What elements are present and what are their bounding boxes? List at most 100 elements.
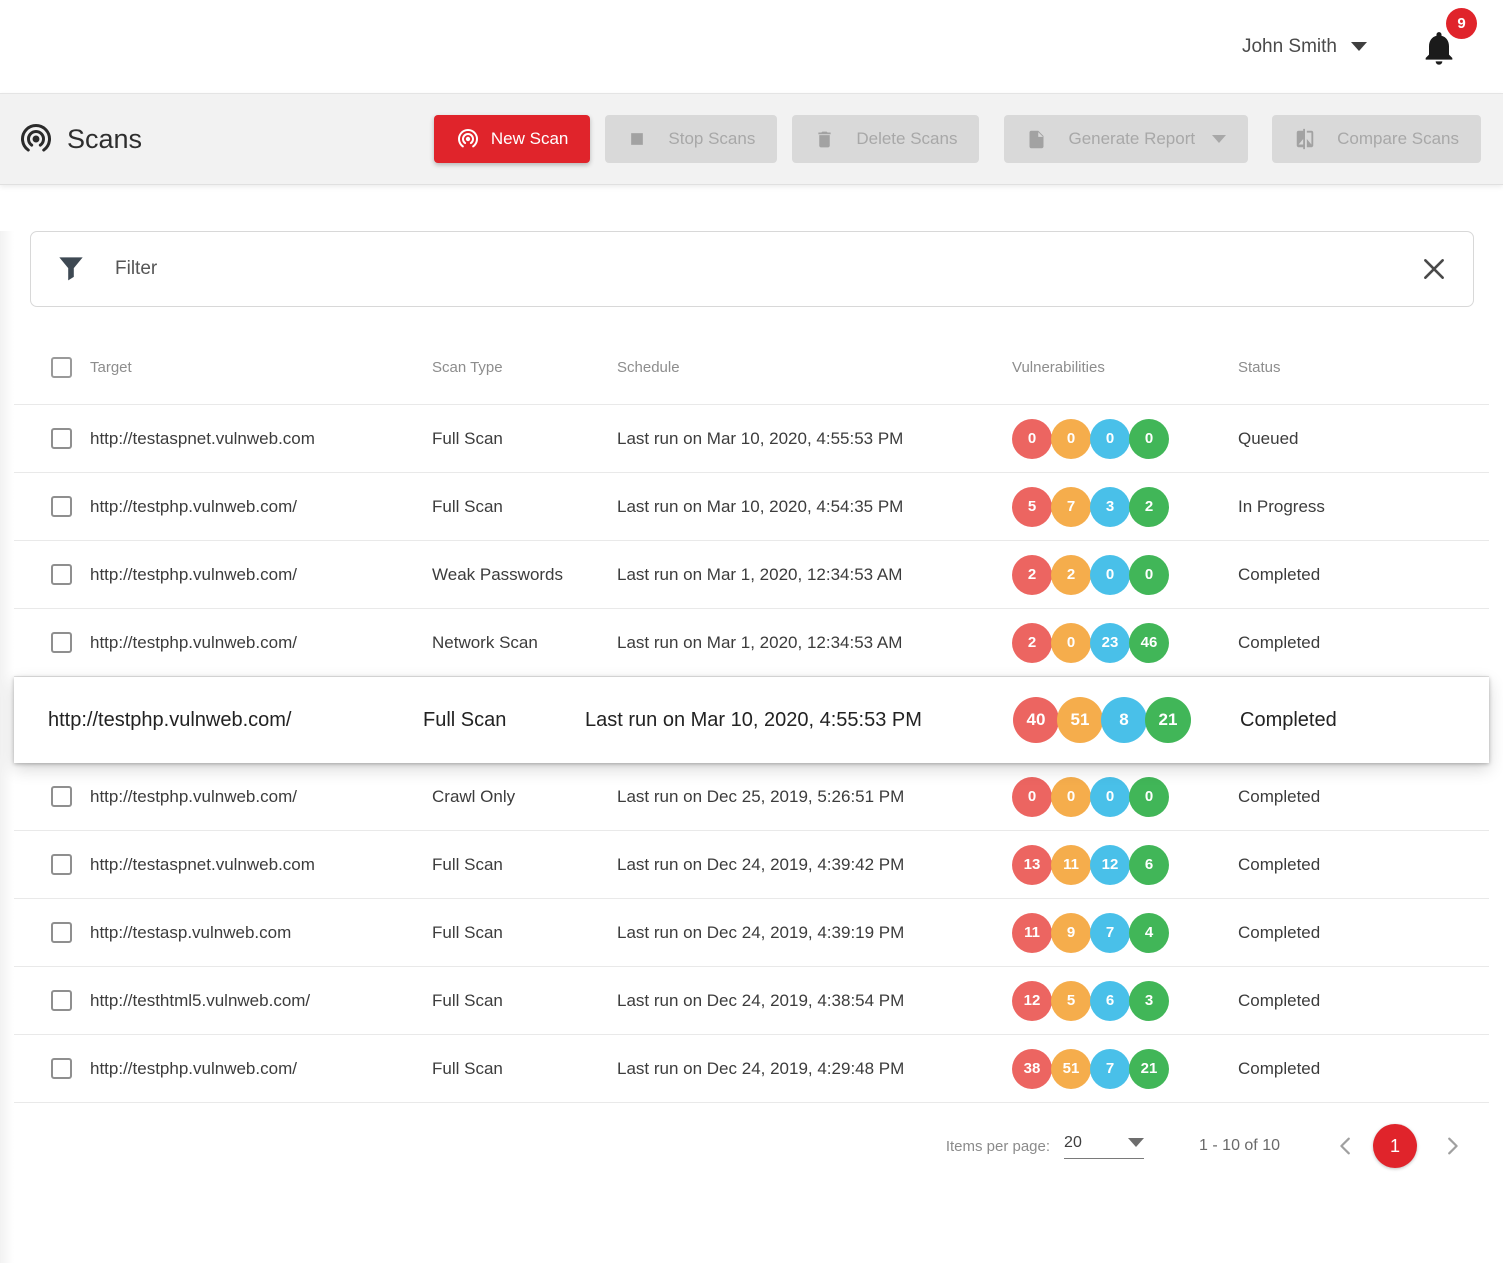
scan-type: Full Scan — [432, 855, 617, 875]
low-severity-badge: 0 — [1090, 777, 1130, 817]
table-row[interactable]: http://testaspnet.vulnweb.com Full Scan … — [14, 405, 1489, 473]
scan-target: http://testphp.vulnweb.com/ — [90, 565, 432, 585]
high-severity-badge: 5 — [1012, 487, 1052, 527]
medium-severity-badge: 0 — [1051, 623, 1091, 663]
high-severity-badge: 38 — [1012, 1049, 1052, 1089]
vulnerability-badges: 2 0 23 46 — [1012, 623, 1238, 663]
table-row-hovered[interactable]: http://testphp.vulnweb.com/ Full Scan La… — [14, 677, 1489, 763]
scan-target: http://testphp.vulnweb.com/ — [90, 1059, 432, 1079]
medium-severity-badge: 7 — [1051, 487, 1091, 527]
delete-scans-button[interactable]: Delete Scans — [792, 115, 979, 163]
row-checkbox[interactable] — [51, 632, 72, 653]
vulnerability-badges: 13 11 12 6 — [1012, 845, 1238, 885]
scan-type: Full Scan — [432, 429, 617, 449]
table-row[interactable]: http://testphp.vulnweb.com/ Weak Passwor… — [14, 541, 1489, 609]
info-severity-badge: 0 — [1129, 419, 1169, 459]
column-header-schedule[interactable]: Schedule — [617, 359, 1012, 376]
vulnerability-badges: 2 2 0 0 — [1012, 555, 1238, 595]
low-severity-badge: 6 — [1090, 981, 1130, 1021]
table-row[interactable]: http://testphp.vulnweb.com/ Full Scan La… — [14, 1035, 1489, 1103]
user-menu[interactable]: John Smith — [1242, 36, 1367, 58]
row-checkbox[interactable] — [51, 1058, 72, 1079]
row-checkbox[interactable] — [51, 564, 72, 585]
scan-type: Full Scan — [432, 497, 617, 517]
items-per-page-label: Items per page: — [946, 1138, 1050, 1155]
info-severity-badge: 0 — [1129, 777, 1169, 817]
scan-target-icon — [18, 121, 54, 157]
high-severity-badge: 11 — [1012, 913, 1052, 953]
row-checkbox[interactable] — [51, 990, 72, 1011]
high-severity-badge: 13 — [1012, 845, 1052, 885]
scan-target: http://testhtml5.vulnweb.com/ — [90, 991, 432, 1011]
info-severity-badge: 0 — [1129, 555, 1169, 595]
info-severity-badge: 21 — [1145, 697, 1191, 743]
items-per-page-select[interactable]: 20 — [1064, 1134, 1144, 1159]
row-checkbox[interactable] — [51, 786, 72, 807]
low-severity-badge: 0 — [1090, 419, 1130, 459]
column-header-vulnerabilities[interactable]: Vulnerabilities — [1012, 359, 1238, 376]
vulnerability-badges: 11 9 7 4 — [1012, 913, 1238, 953]
vulnerability-badges: 0 0 0 0 — [1012, 777, 1238, 817]
medium-severity-badge: 0 — [1051, 777, 1091, 817]
close-icon[interactable] — [1421, 256, 1447, 282]
chevron-left-icon — [1335, 1135, 1357, 1157]
compare-scans-button[interactable]: Compare Scans — [1272, 115, 1481, 163]
vulnerability-badges: 40 51 8 21 — [1013, 697, 1240, 743]
scan-status: Completed — [1238, 1059, 1489, 1079]
scan-type: Crawl Only — [432, 787, 617, 807]
trash-icon — [814, 129, 835, 150]
vulnerability-badges: 0 0 0 0 — [1012, 419, 1238, 459]
column-header-status[interactable]: Status — [1238, 359, 1489, 376]
previous-page-button[interactable] — [1335, 1135, 1357, 1157]
scan-target: http://testphp.vulnweb.com/ — [90, 787, 432, 807]
row-checkbox[interactable] — [51, 922, 72, 943]
scan-target: http://testaspnet.vulnweb.com — [90, 429, 432, 449]
scan-status: Queued — [1238, 429, 1489, 449]
scan-target: http://testasp.vulnweb.com — [90, 923, 432, 943]
high-severity-badge: 2 — [1012, 555, 1052, 595]
high-severity-badge: 0 — [1012, 419, 1052, 459]
select-all-checkbox[interactable] — [51, 357, 72, 378]
high-severity-badge: 0 — [1012, 777, 1052, 817]
document-icon — [1026, 129, 1047, 150]
table-row[interactable]: http://testphp.vulnweb.com/ Full Scan La… — [14, 473, 1489, 541]
new-scan-button[interactable]: New Scan — [434, 115, 590, 163]
generate-report-button[interactable]: Generate Report — [1004, 115, 1248, 163]
column-header-target[interactable]: Target — [90, 359, 432, 376]
column-header-scan-type[interactable]: Scan Type — [432, 359, 617, 376]
table-row[interactable]: http://testhtml5.vulnweb.com/ Full Scan … — [14, 967, 1489, 1035]
scan-schedule: Last run on Dec 24, 2019, 4:39:42 PM — [617, 855, 1012, 875]
scans-table: Target Scan Type Schedule Vulnerabilitie… — [14, 330, 1489, 1103]
current-page-button[interactable]: 1 — [1373, 1124, 1417, 1168]
medium-severity-badge: 51 — [1051, 1049, 1091, 1089]
page-title: Scans — [18, 121, 142, 157]
low-severity-badge: 0 — [1090, 555, 1130, 595]
scan-schedule: Last run on Mar 10, 2020, 4:55:53 PM — [617, 429, 1012, 449]
pagination-range: 1 - 10 of 10 — [1199, 1137, 1280, 1155]
row-checkbox[interactable] — [51, 496, 72, 517]
notification-count-badge: 9 — [1446, 8, 1477, 39]
row-checkbox[interactable] — [51, 428, 72, 449]
row-checkbox[interactable] — [51, 854, 72, 875]
chevron-down-icon — [1128, 1138, 1144, 1147]
medium-severity-badge: 5 — [1051, 981, 1091, 1021]
stop-scans-button[interactable]: Stop Scans — [605, 115, 777, 163]
scan-status: Completed — [1238, 787, 1489, 807]
notifications-button[interactable]: 9 — [1419, 22, 1465, 72]
table-header-row: Target Scan Type Schedule Vulnerabilitie… — [14, 330, 1489, 405]
medium-severity-badge: 11 — [1051, 845, 1091, 885]
filter-bar[interactable]: Filter — [30, 231, 1474, 307]
filter-funnel-icon — [57, 255, 85, 283]
table-row[interactable]: http://testaspnet.vulnweb.com Full Scan … — [14, 831, 1489, 899]
info-severity-badge: 4 — [1129, 913, 1169, 953]
info-severity-badge: 21 — [1129, 1049, 1169, 1089]
scan-schedule: Last run on Mar 1, 2020, 12:34:53 AM — [617, 565, 1012, 585]
compare-icon — [1294, 128, 1316, 150]
table-row[interactable]: http://testphp.vulnweb.com/ Crawl Only L… — [14, 763, 1489, 831]
scan-type: Full Scan — [432, 991, 617, 1011]
low-severity-badge: 3 — [1090, 487, 1130, 527]
table-row[interactable]: http://testphp.vulnweb.com/ Network Scan… — [14, 609, 1489, 677]
table-row[interactable]: http://testasp.vulnweb.com Full Scan Las… — [14, 899, 1489, 967]
scan-status: In Progress — [1238, 497, 1489, 517]
next-page-button[interactable] — [1441, 1135, 1463, 1157]
